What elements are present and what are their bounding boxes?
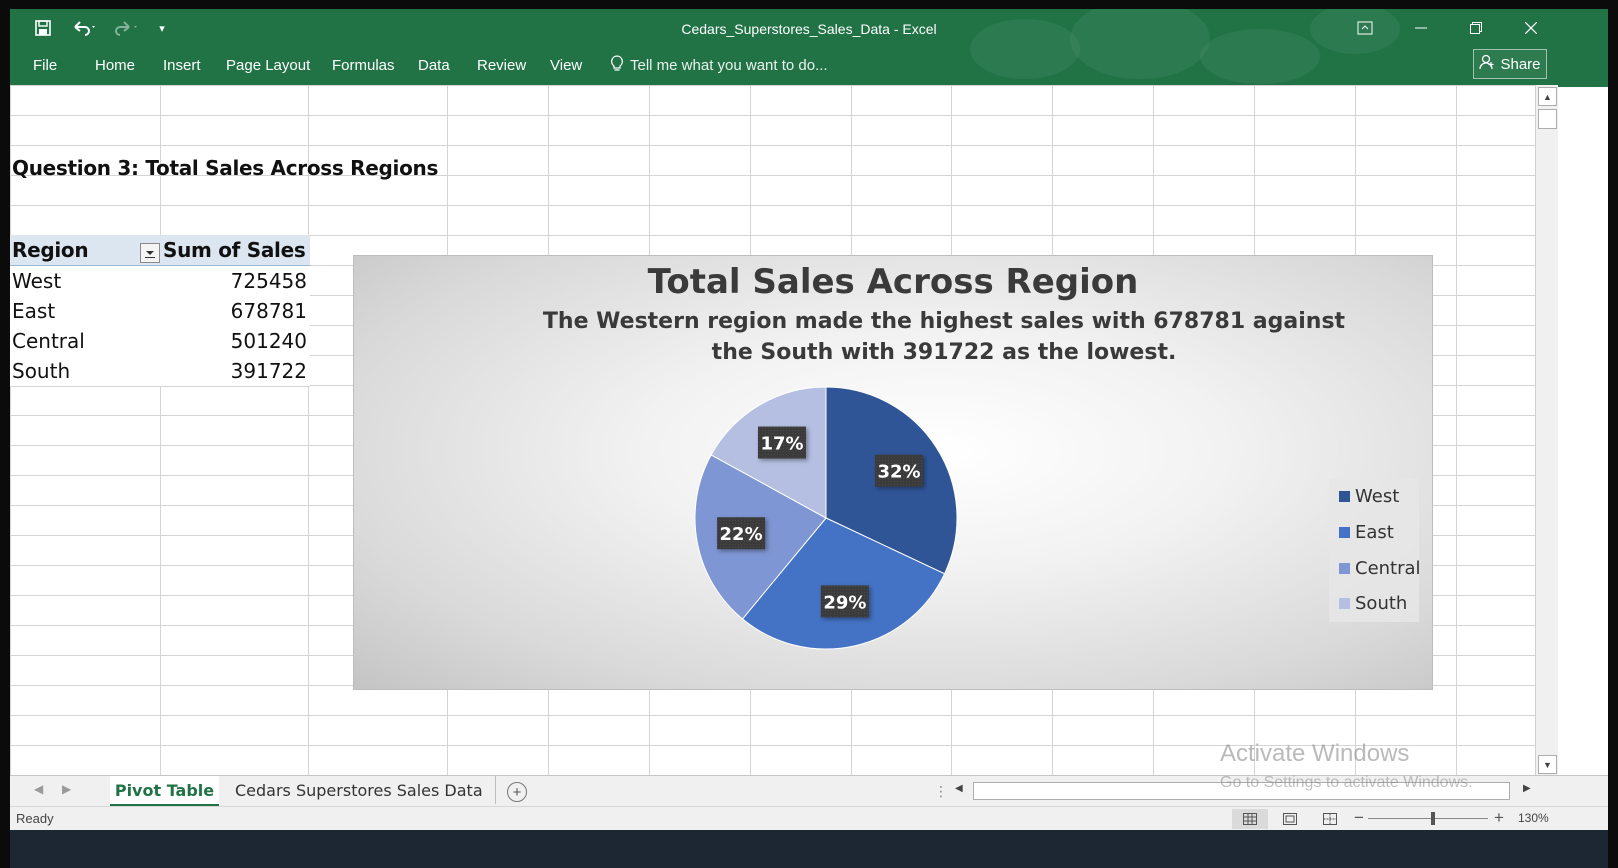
legend-item-east: East bbox=[1339, 520, 1394, 544]
zoom-slider-thumb[interactable] bbox=[1431, 812, 1435, 825]
activate-windows-subtitle: Go to Settings to activate Windows. bbox=[1220, 774, 1473, 791]
sheet-tab-sales-data[interactable]: Cedars Superstores Sales Data bbox=[223, 776, 496, 804]
legend-item-west: West bbox=[1339, 484, 1399, 508]
zoom-in-icon[interactable]: + bbox=[1494, 808, 1504, 828]
activate-windows-title: Activate Windows bbox=[1220, 740, 1410, 767]
question-title: Question 3: Total Sales Across Regions bbox=[12, 156, 439, 180]
sheet-tab-pivot-table[interactable]: Pivot Table bbox=[110, 776, 219, 807]
pivot-row[interactable]: South 391722 bbox=[10, 356, 310, 387]
tab-review[interactable]: Review bbox=[477, 53, 526, 77]
pivot-region: East bbox=[12, 299, 56, 323]
data-label-east: 29% bbox=[820, 585, 869, 618]
pie-plot-area: 32% 29% 22% 17% bbox=[694, 386, 958, 650]
vertical-scrollbar[interactable]: ▲ ▼ bbox=[1535, 85, 1558, 775]
taskbar bbox=[10, 830, 1608, 868]
title-bar: ▾ Cedars_Superstores_Sales_Data - Excel … bbox=[10, 9, 1608, 87]
data-label-text: 17% bbox=[760, 434, 803, 455]
data-label-text: 29% bbox=[823, 592, 866, 613]
person-icon bbox=[1479, 54, 1495, 74]
data-label-central: 22% bbox=[717, 517, 766, 550]
close-icon[interactable] bbox=[1509, 13, 1553, 43]
pivot-table-header: Region Sum of Sales bbox=[10, 235, 310, 266]
ribbon-display-icon[interactable] bbox=[1343, 13, 1387, 43]
pivot-region: South bbox=[12, 359, 71, 383]
page-layout-view-icon[interactable] bbox=[1272, 809, 1308, 829]
legend-swatch bbox=[1339, 490, 1350, 502]
pivot-sales: 678781 bbox=[230, 299, 307, 323]
legend-item-central: Central bbox=[1339, 556, 1421, 580]
status-text: Ready bbox=[16, 811, 54, 826]
scroll-left-icon[interactable]: ◀ bbox=[955, 783, 963, 794]
pivot-row[interactable]: West 725458 bbox=[10, 266, 310, 296]
legend-label: West bbox=[1355, 485, 1400, 507]
tell-me-search[interactable]: Tell me what you want to do... bbox=[610, 53, 828, 77]
legend-swatch bbox=[1339, 597, 1350, 609]
legend-label: Central bbox=[1355, 557, 1421, 579]
pivot-region: West bbox=[12, 269, 62, 293]
pivot-row[interactable]: East 678781 bbox=[10, 296, 310, 326]
tab-insert[interactable]: Insert bbox=[163, 53, 201, 77]
data-label-text: 32% bbox=[877, 462, 920, 483]
legend-swatch bbox=[1339, 562, 1350, 574]
tab-formulas[interactable]: Formulas bbox=[332, 53, 395, 77]
data-label-south: 17% bbox=[757, 426, 806, 459]
tab-data[interactable]: Data bbox=[418, 53, 450, 77]
share-label: Share bbox=[1500, 55, 1541, 73]
add-sheet-icon[interactable]: + bbox=[507, 782, 527, 802]
pivot-sales: 725458 bbox=[230, 269, 307, 293]
split-handle-icon[interactable]: ⋮ bbox=[934, 783, 948, 800]
worksheet-grid[interactable]: Question 3: Total Sales Across Regions R… bbox=[10, 85, 1535, 775]
zoom-slider[interactable] bbox=[1368, 818, 1488, 819]
legend-label: South bbox=[1355, 592, 1408, 614]
pivot-header-sum-of-sales: Sum of Sales bbox=[163, 238, 306, 262]
pivot-row[interactable]: Central 501240 bbox=[10, 326, 310, 356]
share-button[interactable]: Share bbox=[1473, 49, 1547, 79]
normal-view-icon[interactable] bbox=[1232, 809, 1268, 829]
scroll-up-icon[interactable]: ▲ bbox=[1538, 87, 1557, 106]
legend-swatch bbox=[1339, 526, 1350, 538]
page-break-view-icon[interactable] bbox=[1312, 809, 1348, 829]
restore-icon[interactable] bbox=[1454, 13, 1498, 43]
pivot-sales: 391722 bbox=[230, 359, 307, 383]
tab-page-layout[interactable]: Page Layout bbox=[226, 53, 310, 77]
tab-view[interactable]: View bbox=[550, 53, 582, 77]
scroll-down-icon[interactable]: ▼ bbox=[1538, 755, 1557, 774]
data-label-text: 22% bbox=[720, 524, 763, 545]
pivot-header-region: Region bbox=[12, 238, 89, 262]
tab-scroll-right-icon[interactable]: ▶ bbox=[62, 782, 71, 796]
tab-scroll-left-icon[interactable]: ◀ bbox=[34, 782, 43, 796]
zoom-level[interactable]: 130% bbox=[1518, 811, 1549, 825]
legend-item-south: South bbox=[1339, 591, 1407, 615]
tell-me-text: Tell me what you want to do... bbox=[630, 56, 828, 74]
pivot-sales: 501240 bbox=[230, 329, 307, 353]
lightbulb-icon bbox=[610, 54, 624, 76]
minimize-icon[interactable] bbox=[1399, 13, 1443, 43]
excel-window: ▾ Cedars_Superstores_Sales_Data - Excel … bbox=[10, 9, 1608, 868]
data-label-west: 32% bbox=[875, 454, 924, 487]
pie-chart[interactable]: Total Sales Across Region The Western re… bbox=[353, 255, 1433, 690]
tab-file[interactable]: File bbox=[33, 53, 57, 77]
zoom-out-icon[interactable]: − bbox=[1354, 808, 1364, 828]
scroll-right-icon[interactable]: ▶ bbox=[1523, 783, 1531, 794]
pivot-region: Central bbox=[12, 329, 85, 353]
vertical-scroll-thumb[interactable] bbox=[1538, 109, 1557, 129]
chart-legend: West East Central South bbox=[1329, 479, 1421, 622]
tab-home[interactable]: Home bbox=[95, 53, 135, 77]
status-bar: Ready − + 130% bbox=[10, 806, 1608, 831]
legend-label: East bbox=[1355, 521, 1394, 543]
filter-dropdown-icon[interactable] bbox=[140, 243, 160, 263]
